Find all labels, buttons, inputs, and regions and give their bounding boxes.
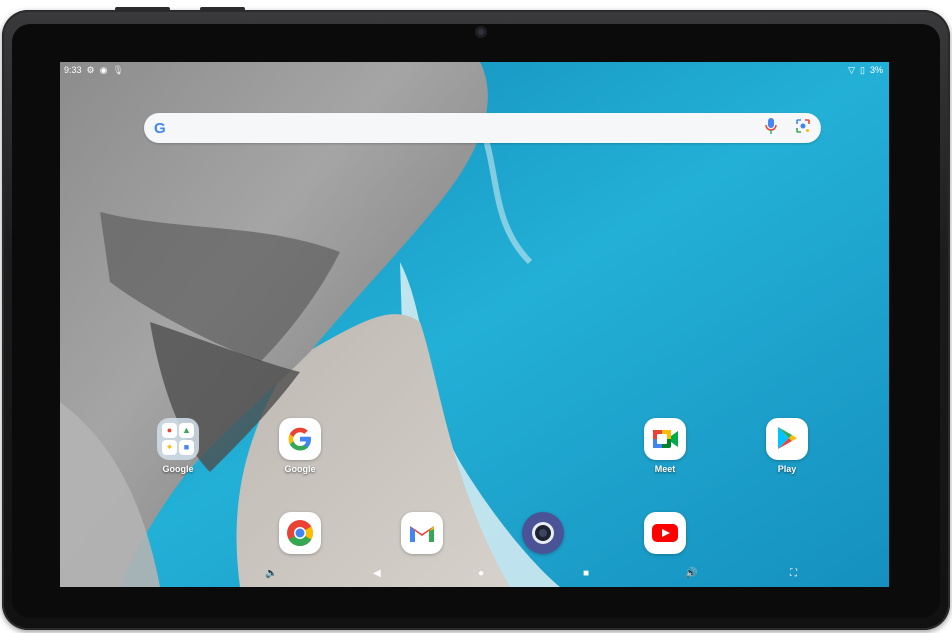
google-app[interactable]: Google bbox=[270, 418, 330, 474]
home-icon[interactable]: ● bbox=[478, 568, 484, 580]
lens-icon[interactable] bbox=[795, 118, 811, 139]
mic-icon[interactable] bbox=[765, 117, 777, 139]
battery-percent: 3% bbox=[869, 64, 883, 75]
volume-button bbox=[115, 7, 170, 11]
camera-app[interactable] bbox=[513, 512, 573, 554]
meet-icon bbox=[644, 418, 686, 460]
record-icon: ◉ bbox=[99, 64, 108, 75]
search-bar[interactable]: G bbox=[144, 113, 821, 143]
youtube-app[interactable] bbox=[635, 512, 695, 554]
google-folder[interactable]: ● ▲ ✦ ■ Google bbox=[148, 418, 208, 474]
navigation-bar: 🔈 ◀ ● ■ 🔊 ⛶ bbox=[60, 563, 889, 587]
youtube-icon bbox=[644, 512, 686, 554]
gear-icon: ⚙ bbox=[86, 64, 95, 75]
play-store-app[interactable]: Play bbox=[757, 418, 817, 474]
play-store-icon bbox=[766, 418, 808, 460]
app-label: Google bbox=[284, 464, 316, 474]
home-screen: 9:33 ⚙ ◉ 🎙 ▽ ▯ 3% G ● ▲ ✦ ■ Google Googl… bbox=[60, 62, 889, 587]
app-label: Google bbox=[162, 464, 194, 474]
front-camera bbox=[475, 26, 487, 38]
status-bar: 9:33 ⚙ ◉ 🎙 ▽ ▯ 3% bbox=[60, 62, 889, 78]
chrome-app[interactable] bbox=[270, 512, 330, 554]
google-app-icon bbox=[279, 418, 321, 460]
mic-icon: 🎙 bbox=[112, 64, 124, 75]
wifi-icon: ▽ bbox=[848, 64, 856, 75]
app-label: Play bbox=[777, 464, 797, 474]
recents-icon[interactable]: ■ bbox=[583, 568, 589, 580]
chrome-icon bbox=[279, 512, 321, 554]
gmail-app[interactable] bbox=[392, 512, 452, 554]
power-button bbox=[200, 7, 245, 11]
camera-icon bbox=[522, 512, 564, 554]
volume-up-icon[interactable]: 🔊 bbox=[685, 568, 697, 580]
back-icon[interactable]: ◀ bbox=[373, 568, 381, 580]
volume-down-icon[interactable]: 🔈 bbox=[265, 568, 277, 580]
battery-icon: ▯ bbox=[860, 64, 865, 75]
app-label: Meet bbox=[654, 464, 676, 474]
clock: 9:33 bbox=[64, 64, 82, 75]
google-folder-icon: ● ▲ ✦ ■ bbox=[157, 418, 199, 460]
meet-app[interactable]: Meet bbox=[635, 418, 695, 474]
gmail-icon bbox=[401, 512, 443, 554]
screenshot-icon[interactable]: ⛶ bbox=[790, 568, 797, 580]
google-logo-icon: G bbox=[154, 119, 166, 137]
